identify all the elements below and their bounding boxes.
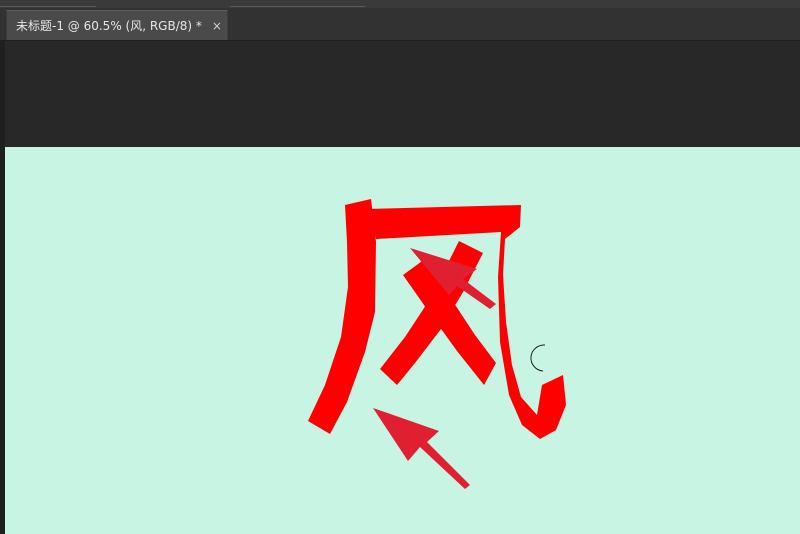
glyph-top-hook-stroke [367, 205, 566, 439]
options-segment [230, 0, 365, 7]
arrow-lower [373, 408, 470, 489]
document-tab[interactable]: 未标题-1 @ 60.5% (风, RGB/8) * × [6, 10, 228, 40]
brush-cursor-icon [530, 344, 546, 372]
canvas-artwork [308, 199, 566, 489]
options-segment [0, 0, 96, 7]
options-bar-remnant [0, 0, 800, 8]
glyph-feng [308, 199, 566, 439]
document-tab-title: 未标题-1 @ 60.5% (风, RGB/8) * [16, 19, 202, 33]
close-icon[interactable]: × [212, 19, 222, 33]
document-canvas[interactable] [5, 147, 800, 534]
glyph-left-stroke [308, 199, 376, 434]
document-tab-bar: 未标题-1 @ 60.5% (风, RGB/8) * × [0, 8, 800, 41]
